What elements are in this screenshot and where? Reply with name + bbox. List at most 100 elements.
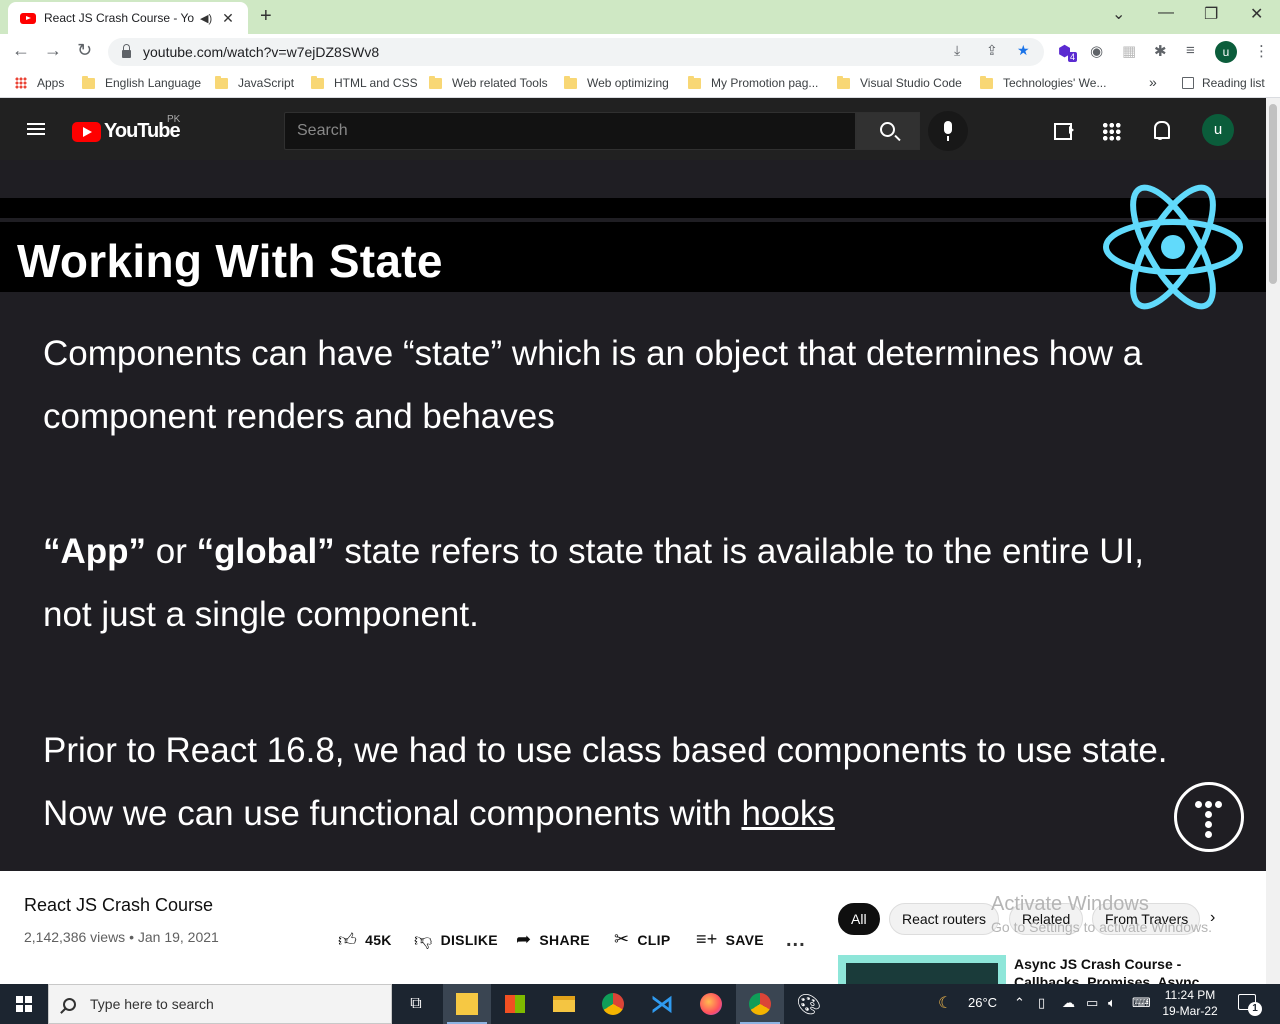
voice-search-button[interactable] (928, 111, 968, 151)
bookmark-visual-studio-code[interactable]: Visual Studio Code (837, 75, 962, 90)
hooks-link: hooks (741, 794, 835, 833)
weather-moon-icon[interactable]: ☾ (938, 993, 952, 1013)
folder-icon (429, 75, 442, 89)
playlist-add-icon: ≡+ (696, 929, 718, 949)
omnibox[interactable]: youtube.com/watch?v=w7ejDZ8SWv8 (108, 38, 1044, 66)
share-page-icon[interactable]: ⇪ (986, 42, 998, 59)
browser-tab-strip: React JS Crash Course - YouTube ◀) ✕ + ⌄… (0, 0, 1280, 34)
install-icon[interactable]: ⤓ (954, 42, 960, 59)
media-control-icon[interactable]: ≡ (1186, 42, 1195, 59)
create-video-icon[interactable] (1052, 118, 1076, 142)
search-input[interactable]: Search (284, 112, 856, 150)
task-view-icon[interactable]: ⧉ (392, 984, 440, 1024)
bookmark-html-css[interactable]: HTML and CSS (311, 75, 418, 90)
browser-profile-avatar[interactable]: u (1215, 41, 1237, 63)
bookmarks-overflow-button[interactable]: » (1149, 74, 1157, 90)
reading-list-icon (1182, 77, 1194, 89)
clock-time: 11:24 PM (1164, 988, 1216, 1002)
taskbar-clock[interactable]: 11:24 PM 19-Mar-22 (1160, 987, 1220, 1019)
bookmark-web-related-tools[interactable]: Web related Tools (429, 75, 548, 90)
firefox-icon[interactable] (687, 984, 735, 1024)
network-icon[interactable]: ▭ (1086, 995, 1098, 1011)
clip-button[interactable]: ✂ CLIP (614, 929, 670, 950)
share-button[interactable]: ➦ SHARE (516, 929, 590, 950)
related-video-title[interactable]: Async JS Crash Course - Callbacks, Promi… (1014, 955, 1244, 984)
related-video-thumbnail[interactable] (838, 955, 1006, 985)
region-code: PK (167, 114, 181, 125)
scrollbar-thumb[interactable] (1269, 104, 1277, 284)
dislike-button[interactable]: 👎︎ DISLIKE (414, 929, 498, 951)
search-placeholder: Search (297, 122, 348, 139)
temperature[interactable]: 26°C (968, 995, 997, 1010)
youtube-play-icon (72, 121, 101, 142)
slide-paragraph-2: “App” or “global” state refers to state … (43, 532, 1144, 634)
folder-icon (980, 75, 993, 89)
paint-icon[interactable]: 🎨︎ (785, 984, 833, 1024)
onedrive-cloud-icon[interactable]: ☁ (1062, 995, 1075, 1011)
restore-button[interactable]: ❐ (1204, 4, 1218, 24)
video-overlay-logo-button[interactable] (1174, 782, 1244, 852)
new-tab-button[interactable]: + (260, 5, 272, 28)
notification-count-badge: 1 (1248, 1002, 1262, 1016)
bookmark-javascript[interactable]: JavaScript (215, 75, 294, 90)
vscode-icon[interactable]: ⋊ (638, 984, 686, 1024)
folder-icon (215, 75, 228, 89)
youtube-apps-icon[interactable] (1102, 122, 1121, 141)
address-toolbar: ← → ↻ youtube.com/watch?v=w7ejDZ8SWv8 ⤓ … (0, 34, 1280, 70)
back-arrow-icon[interactable]: ← (12, 40, 30, 61)
camera-icon[interactable]: ◉ (1090, 42, 1103, 60)
minimize-button[interactable]: — (1158, 4, 1174, 22)
browser-tab-active[interactable]: React JS Crash Course - YouTube ◀) ✕ (8, 2, 248, 34)
avatar[interactable]: u (1202, 114, 1234, 146)
volume-icon[interactable]: 🔈︎ (1108, 995, 1116, 1011)
extensions-puzzle-icon[interactable]: ✱ (1154, 42, 1167, 60)
chrome-active-icon[interactable] (736, 984, 784, 1024)
reload-icon[interactable]: ↻ (77, 40, 92, 61)
hamburger-menu-icon[interactable] (27, 123, 45, 136)
bookmark-english-language[interactable]: English Language (82, 75, 201, 90)
extension-grid-icon[interactable]: ▦ (1122, 42, 1136, 60)
sticky-notes-icon[interactable] (443, 984, 491, 1024)
kebab-menu-icon[interactable]: ⋮ (1254, 42, 1269, 60)
search-button[interactable] (856, 112, 920, 150)
video-title: React JS Crash Course (24, 895, 214, 915)
file-explorer-icon[interactable] (540, 984, 588, 1024)
tab-search-chevron-icon[interactable]: ⌄ (1112, 4, 1125, 24)
chrome-icon[interactable] (589, 984, 637, 1024)
bookmark-apps[interactable]: Apps (15, 76, 64, 90)
save-button[interactable]: ≡+ SAVE (696, 929, 764, 950)
more-actions-button[interactable]: ... (786, 929, 806, 952)
close-window-button[interactable]: ✕ (1250, 4, 1263, 24)
share-arrow-icon: ➦ (516, 929, 532, 949)
activate-windows-watermark: Activate Windows (991, 893, 1149, 915)
tray-chevron-up-icon[interactable]: ⌃ (1014, 995, 1025, 1011)
video-meta: 2,142,386 views • Jan 19, 2021 (24, 929, 219, 945)
bookmark-web-optimizing[interactable]: Web optimizing (564, 75, 669, 90)
tab-close-button[interactable]: ✕ (222, 10, 234, 27)
bookmark-star-icon[interactable]: ★ (1017, 42, 1030, 59)
like-button[interactable]: 👍︎ 45K (338, 929, 392, 951)
slide-paragraph-3: Prior to React 16.8, we had to use class… (43, 731, 1168, 833)
chip-react-routers[interactable]: React routers (889, 903, 1000, 935)
microsoft-store-icon[interactable] (491, 984, 539, 1024)
react-logo-icon (1103, 184, 1243, 310)
page-scrollbar[interactable] (1266, 98, 1280, 984)
lock-icon[interactable] (122, 43, 131, 58)
tray-device-icon[interactable]: ▯ (1038, 995, 1045, 1011)
url-text[interactable]: youtube.com/watch?v=w7ejDZ8SWv8 (143, 44, 379, 60)
speaker-icon[interactable]: ◀) (200, 12, 212, 25)
keyboard-icon[interactable]: ⌨ (1132, 995, 1151, 1011)
slide-title: Working With State (17, 235, 443, 287)
reading-list-button[interactable]: Reading list (1182, 76, 1265, 90)
chip-all[interactable]: All (838, 903, 880, 935)
video-player[interactable]: Working With State Components can have “… (0, 160, 1266, 871)
bookmark-my-promotion[interactable]: My Promotion pag... (688, 75, 818, 90)
search-icon (880, 122, 895, 137)
taskbar-search-input[interactable]: Type here to search (48, 984, 392, 1024)
youtube-logo[interactable]: YouTube PK (72, 114, 181, 143)
notifications-bell-icon[interactable] (1150, 118, 1174, 142)
forward-arrow-icon[interactable]: → (44, 40, 62, 61)
video-info-section: React JS Crash Course 2,142,386 views • … (0, 871, 1266, 985)
windows-start-icon[interactable] (16, 996, 32, 1012)
bookmark-technologies[interactable]: Technologies' We... (980, 75, 1106, 90)
